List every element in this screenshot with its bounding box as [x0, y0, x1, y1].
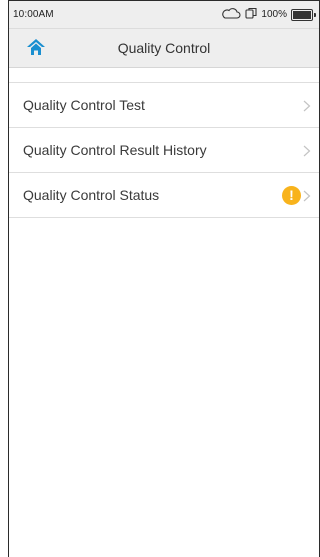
home-button[interactable]: [26, 38, 46, 61]
status-indicators: 100%: [221, 6, 316, 24]
status-time: 10:00AM: [13, 9, 54, 20]
chevron-right-icon: [303, 189, 311, 202]
battery-icon: [291, 8, 316, 21]
status-bar: 10:00AM 100%: [9, 0, 319, 28]
menu-item-quality-control-result-history[interactable]: Quality Control Result History: [9, 128, 319, 173]
app-header: Quality Control: [9, 28, 319, 68]
menu-item-label: Quality Control Test: [23, 97, 145, 113]
menu-item-quality-control-test[interactable]: Quality Control Test: [9, 83, 319, 128]
menu-list: Quality Control Test Quality Control Res…: [9, 82, 319, 218]
chevron-right-icon: [303, 99, 311, 112]
battery-percent: 100%: [261, 9, 287, 20]
home-icon: [26, 38, 46, 61]
page-title: Quality Control: [117, 40, 211, 56]
menu-item-label: Quality Control Status: [23, 187, 160, 203]
menu-item-quality-control-status[interactable]: Quality Control Status !: [9, 173, 319, 218]
warning-icon: !: [282, 186, 301, 205]
sync-copy-icon: [245, 6, 257, 24]
cloud-icon: [221, 6, 241, 24]
device-screen: 10:00AM 100% Quality Control Quality Con…: [0, 0, 320, 557]
chevron-right-icon: [303, 144, 311, 157]
menu-item-label: Quality Control Result History: [23, 142, 207, 158]
battery-level: [293, 10, 311, 19]
